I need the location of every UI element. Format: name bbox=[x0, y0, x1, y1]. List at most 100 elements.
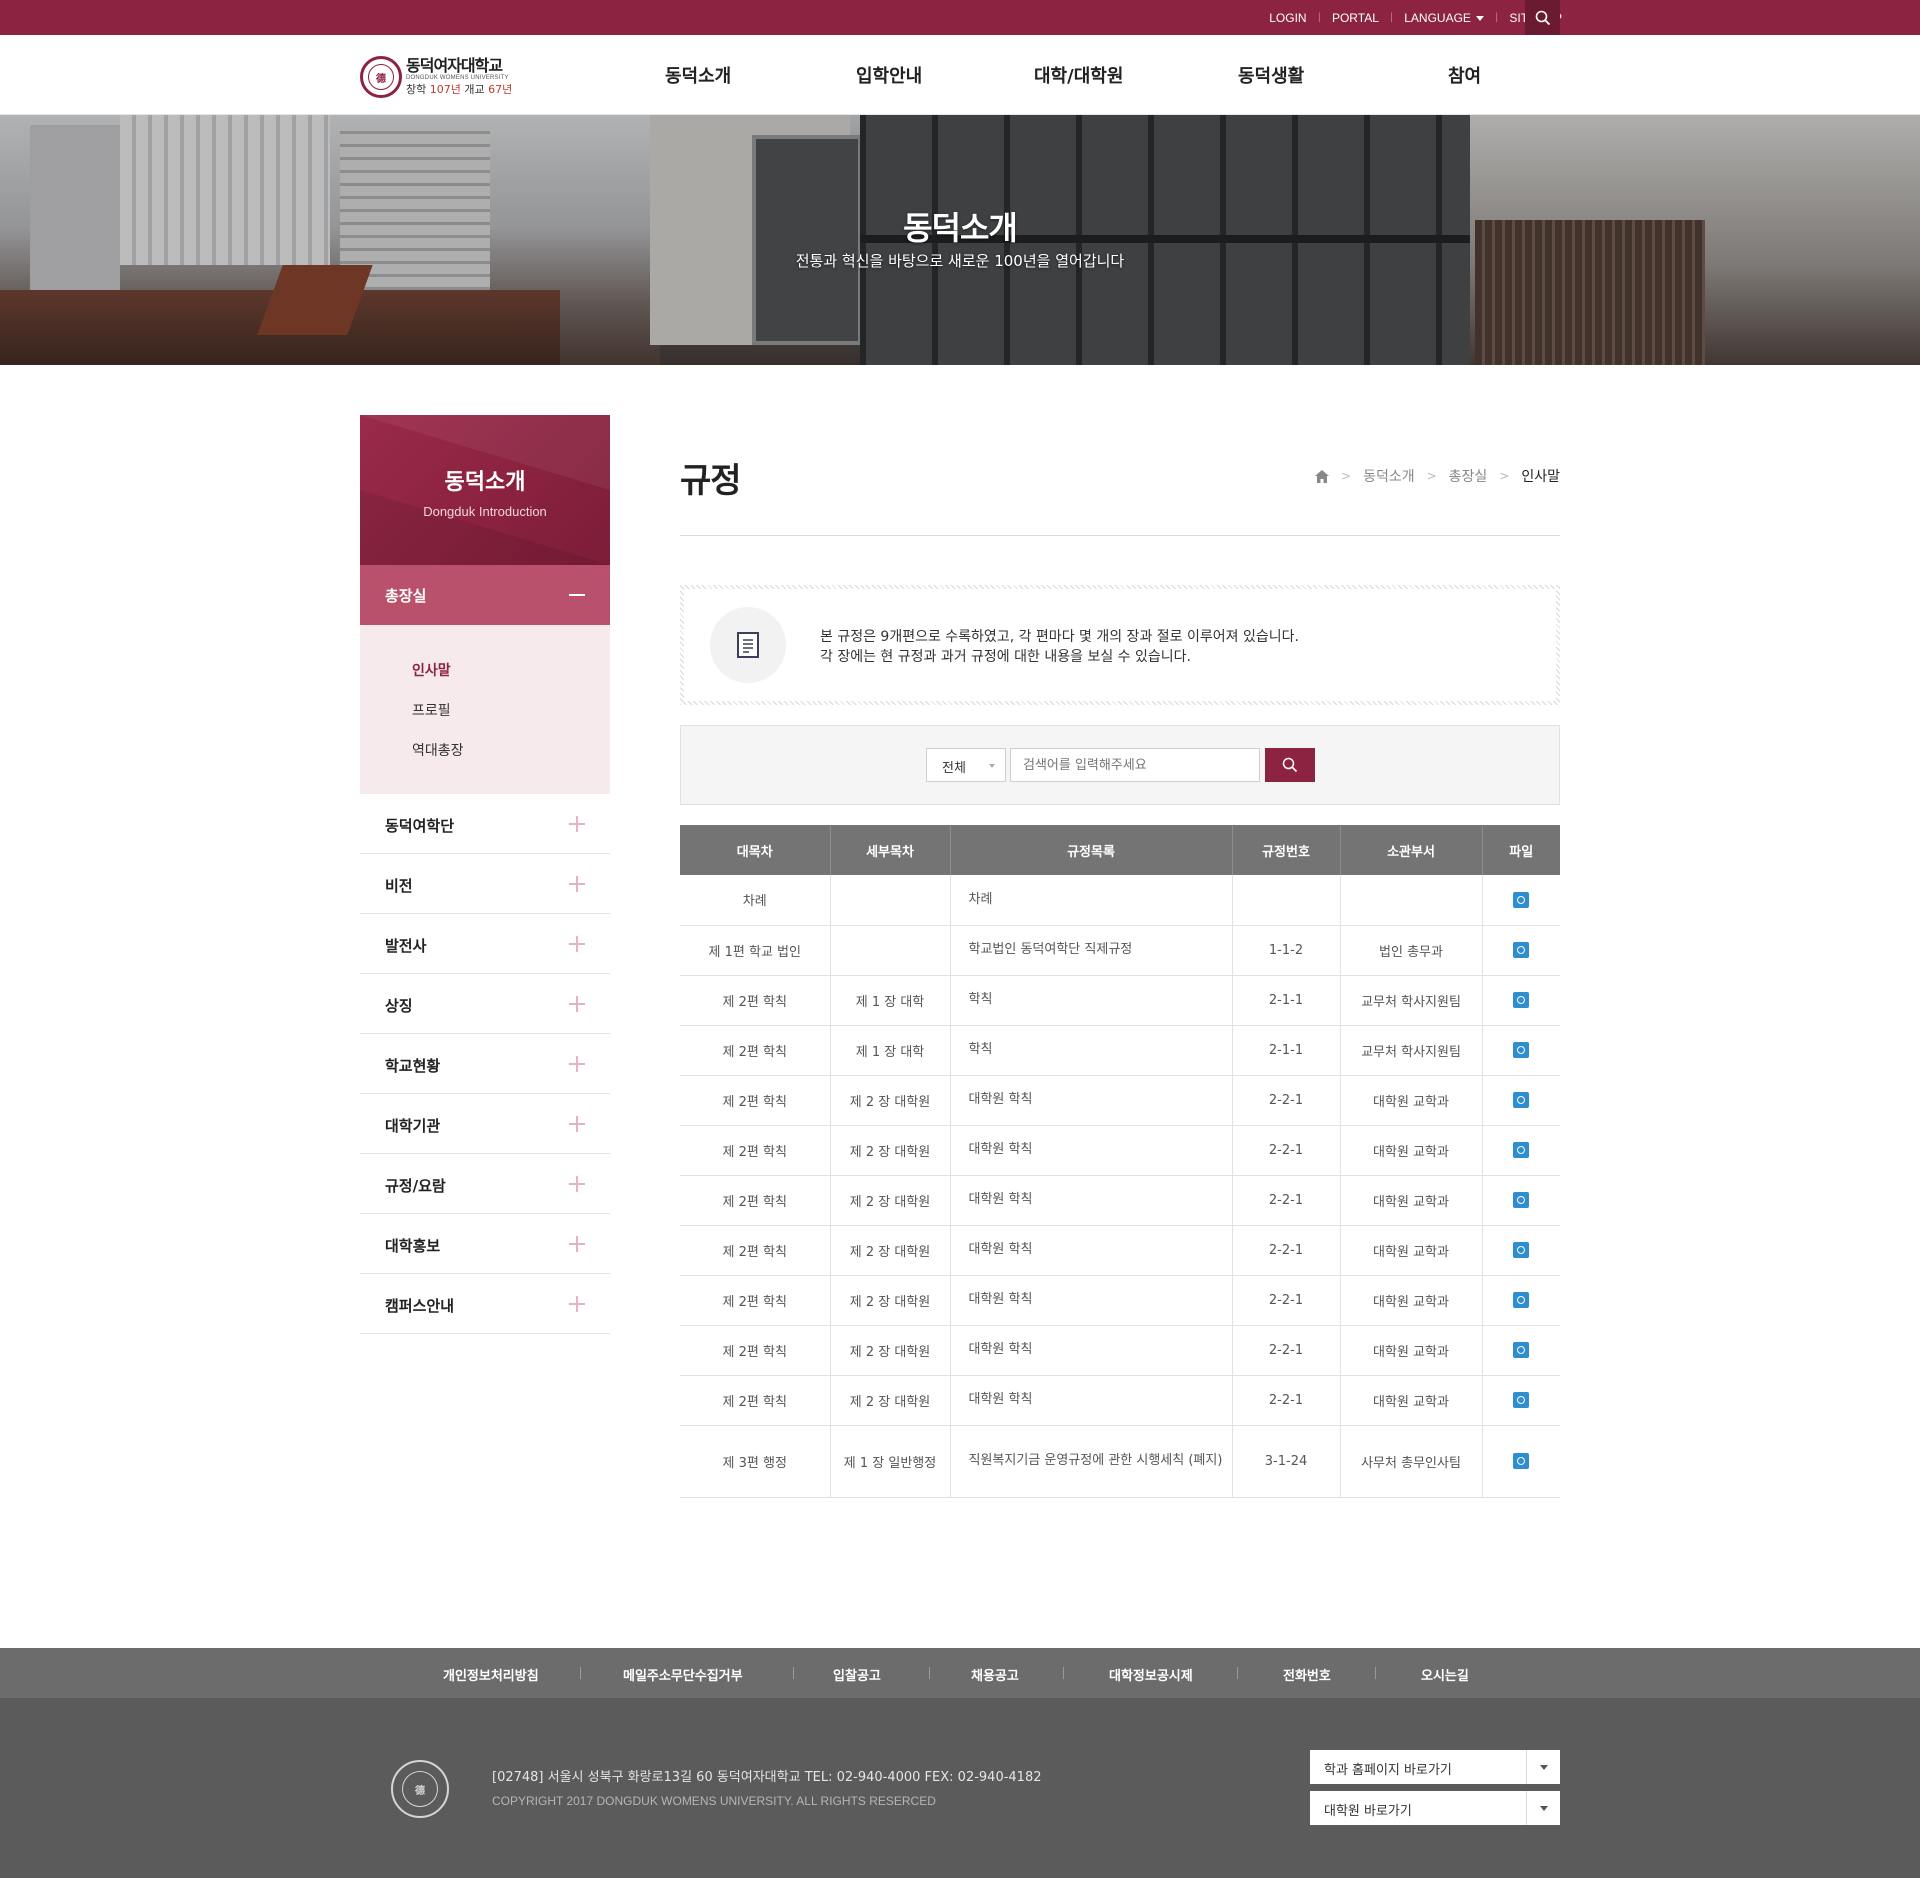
table-cell: 제 2편 학칙 bbox=[680, 1225, 831, 1276]
sidebar-item-status[interactable]: 학교현황 bbox=[360, 1034, 610, 1094]
file-download-icon[interactable] bbox=[1513, 891, 1530, 908]
file-download-icon[interactable] bbox=[1513, 1342, 1530, 1358]
separator bbox=[793, 1667, 794, 1679]
sidebar-item-label: 동덕여학단 bbox=[385, 817, 455, 835]
sidebar-item-institutions[interactable]: 대학기관 bbox=[360, 1094, 610, 1154]
language-link[interactable]: LANGUAGE bbox=[1404, 11, 1484, 25]
submenu-item-greeting[interactable]: 인사말 bbox=[412, 660, 610, 700]
footer-link-directions[interactable]: 오시는길 bbox=[1421, 1665, 1469, 1684]
sidebar-item-regulations[interactable]: 규정/요람 bbox=[360, 1154, 610, 1214]
category-select[interactable]: 전체 bbox=[926, 748, 1006, 782]
language-label: LANGUAGE bbox=[1404, 10, 1471, 25]
file-download-icon[interactable] bbox=[1513, 942, 1530, 958]
table-cell: 법인 총무과 bbox=[1340, 925, 1483, 976]
footer-link-jobs[interactable]: 채용공고 bbox=[971, 1665, 1019, 1684]
caret-down-icon bbox=[1526, 1750, 1560, 1784]
breadcrumb-item[interactable]: 동덕소개 bbox=[1363, 466, 1415, 486]
table-cell: 제 2편 학칙 bbox=[680, 1025, 831, 1076]
table-cell: 차례 bbox=[950, 875, 1233, 926]
search-bar: 전체 bbox=[680, 725, 1560, 805]
sidebar-item-label: 학교현황 bbox=[385, 1057, 441, 1075]
footer-link-phone[interactable]: 전화번호 bbox=[1283, 1665, 1331, 1684]
table-cell: 학칙 bbox=[950, 1025, 1233, 1076]
table-cell bbox=[830, 925, 951, 976]
breadcrumb-item[interactable]: 총장실 bbox=[1449, 466, 1488, 486]
caret-down-icon bbox=[989, 764, 995, 768]
footer-link-disclosure[interactable]: 대학정보공시제 bbox=[1109, 1665, 1193, 1684]
footer-address: [02748] 서울시 성북구 화랑로13길 60 동덕여자대학교 TEL: 0… bbox=[492, 1770, 1042, 1785]
top-search-button[interactable] bbox=[1525, 0, 1560, 35]
sidebar-item-pr[interactable]: 대학홍보 bbox=[360, 1214, 610, 1274]
file-download-icon[interactable] bbox=[1513, 992, 1530, 1008]
caret-down-icon bbox=[1526, 1791, 1560, 1825]
portal-link[interactable]: PORTAL bbox=[1332, 11, 1379, 25]
nav-item-participation[interactable]: 참여 bbox=[1448, 62, 1481, 88]
table-cell: 2-2-1 bbox=[1232, 1325, 1341, 1376]
grad-school-select[interactable]: 대학원 바로가기 bbox=[1310, 1791, 1560, 1825]
nav-item-intro[interactable]: 동덕소개 bbox=[665, 62, 731, 88]
table-cell: 대학원 교학과 bbox=[1340, 1075, 1483, 1126]
table-cell: 제 3편 행정 bbox=[680, 1425, 831, 1498]
table-cell: 제 2편 학칙 bbox=[680, 1175, 831, 1226]
plus-icon bbox=[569, 876, 585, 892]
file-download-icon[interactable] bbox=[1513, 1392, 1530, 1408]
utility-bar: LOGIN | PORTAL | LANGUAGE | SITEMAP bbox=[0, 0, 1920, 35]
dept-homepage-select[interactable]: 학과 홈페이지 바로가기 bbox=[1310, 1750, 1560, 1784]
column-header: 세부목차 bbox=[830, 825, 951, 875]
table-cell: 2-2-1 bbox=[1232, 1275, 1341, 1326]
sidebar-item-history[interactable]: 발전사 bbox=[360, 914, 610, 974]
plus-icon bbox=[569, 1296, 585, 1312]
file-download-icon[interactable] bbox=[1513, 1242, 1530, 1258]
chevron-right-icon: > bbox=[1341, 469, 1352, 483]
nav-item-admission[interactable]: 입학안내 bbox=[856, 62, 922, 88]
table-cell: 제 1편 학교 법인 bbox=[680, 925, 831, 976]
file-download-icon[interactable] bbox=[1513, 1092, 1530, 1108]
table-row: 제 2편 학칙 제 2 장 대학원 대학원 학칙 2-2-1 대학원 교학과 bbox=[680, 1075, 1560, 1126]
file-download-icon[interactable] bbox=[1513, 1453, 1530, 1469]
logo-since: 창학 107년 개교 67년 bbox=[406, 83, 513, 96]
table-cell: 제 2편 학칙 bbox=[680, 1375, 831, 1426]
file-download-icon[interactable] bbox=[1513, 1192, 1530, 1208]
table-cell: 대학원 학칙 bbox=[950, 1125, 1233, 1176]
table-cell: 제 1 장 대학 bbox=[830, 975, 951, 1026]
column-header: 소관부서 bbox=[1340, 825, 1483, 875]
table-row: 제 2편 학칙 제 2 장 대학원 대학원 학칙 2-2-1 대학원 교학과 bbox=[680, 1375, 1560, 1426]
table-cell: 대학원 교학과 bbox=[1340, 1375, 1483, 1426]
file-download-icon[interactable] bbox=[1513, 1142, 1530, 1158]
table-cell: 대학원 학칙 bbox=[950, 1075, 1233, 1126]
table-cell bbox=[1482, 1175, 1560, 1226]
sidebar-item-president-office[interactable]: 총장실 bbox=[360, 565, 610, 625]
university-logo[interactable]: 德 동덕여자대학교 DONGDUK WOMENS UNIVERSITY 창학 1… bbox=[360, 55, 512, 99]
sidebar-submenu: 인사말 프로필 역대총장 bbox=[360, 625, 610, 794]
footer-link-email-refusal[interactable]: 메일주소무단수집거부 bbox=[623, 1665, 743, 1684]
plus-icon bbox=[569, 1116, 585, 1132]
home-icon[interactable] bbox=[1315, 469, 1329, 483]
table-cell: 제 2편 학칙 bbox=[680, 1125, 831, 1176]
file-download-icon[interactable] bbox=[1513, 1292, 1530, 1308]
table-cell bbox=[1482, 1375, 1560, 1426]
footer-link-bids[interactable]: 입찰공고 bbox=[833, 1665, 881, 1684]
header: 德 동덕여자대학교 DONGDUK WOMENS UNIVERSITY 창학 1… bbox=[0, 35, 1920, 115]
table-cell: 제 1 장 일반행정 bbox=[830, 1425, 951, 1498]
search-button[interactable] bbox=[1265, 748, 1315, 782]
sidebar-item-vision[interactable]: 비전 bbox=[360, 854, 610, 914]
search-input[interactable] bbox=[1010, 748, 1260, 782]
nav-item-campus-life[interactable]: 동덕생활 bbox=[1238, 62, 1304, 88]
footer-copyright: COPYRIGHT 2017 DONGDUK WOMENS UNIVERSITY… bbox=[492, 1794, 936, 1808]
table-cell: 대학원 교학과 bbox=[1340, 1175, 1483, 1226]
table-cell bbox=[1482, 1275, 1560, 1326]
sidebar-item-symbol[interactable]: 상징 bbox=[360, 974, 610, 1034]
notice-line: 본 규정은 9개편으로 수록하였고, 각 편마다 몇 개의 장과 절로 이루어져… bbox=[820, 629, 1299, 645]
sidebar-item-campus-guide[interactable]: 캠퍼스안내 bbox=[360, 1274, 610, 1334]
table-cell bbox=[1482, 975, 1560, 1026]
submenu-item-past-presidents[interactable]: 역대총장 bbox=[412, 740, 610, 780]
table-cell bbox=[1482, 925, 1560, 976]
table-cell: 교무처 학사지원팀 bbox=[1340, 975, 1483, 1026]
nav-item-colleges[interactable]: 대학/대학원 bbox=[1034, 62, 1123, 88]
file-download-icon[interactable] bbox=[1513, 1042, 1530, 1058]
login-link[interactable]: LOGIN bbox=[1269, 11, 1306, 25]
sidebar-item-foundation[interactable]: 동덕여학단 bbox=[360, 794, 610, 854]
submenu-item-profile[interactable]: 프로필 bbox=[412, 700, 610, 740]
table-cell: 2-1-1 bbox=[1232, 975, 1341, 1026]
footer-link-privacy[interactable]: 개인정보처리방침 bbox=[443, 1665, 539, 1684]
